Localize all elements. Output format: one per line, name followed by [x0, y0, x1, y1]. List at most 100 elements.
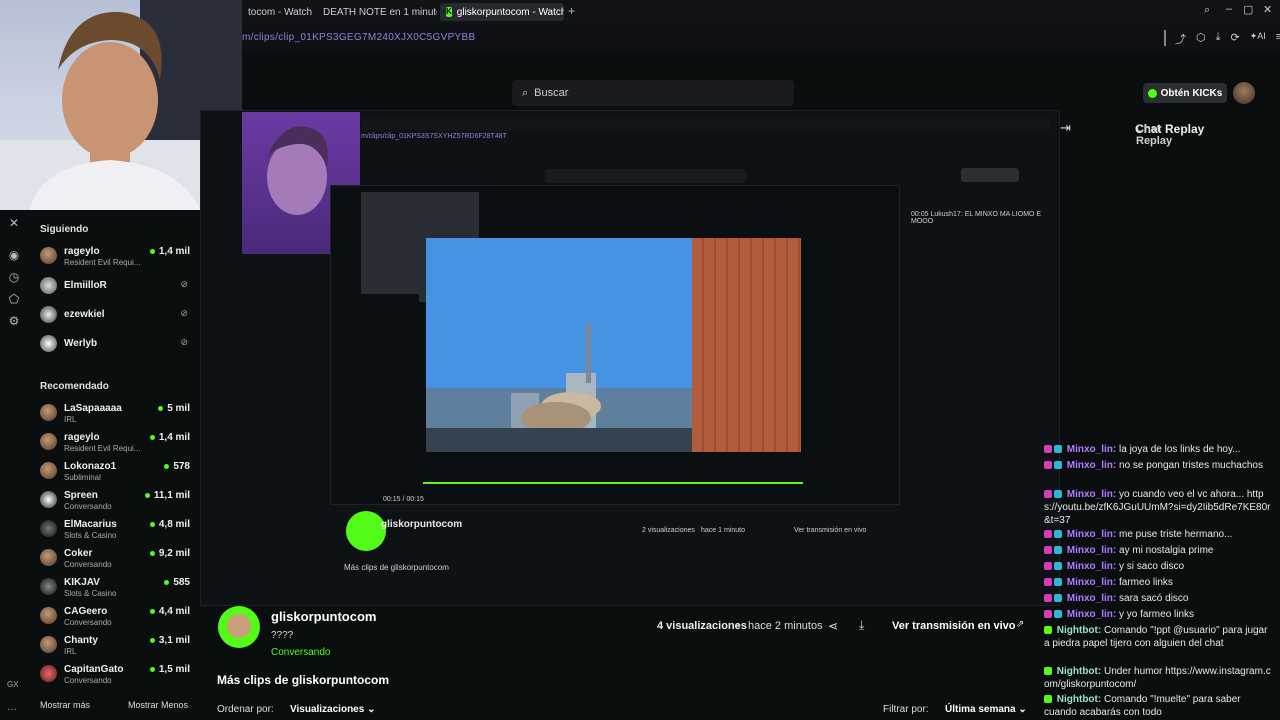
filter-dropdown[interactable]: Última semana ⌄ [945, 704, 1027, 715]
nested-search [546, 169, 746, 183]
nested-kicks-button [961, 168, 1019, 182]
channel-avatar[interactable] [218, 606, 260, 648]
chat-message: Minxo_lin: la joya de los links de hoy..… [1044, 443, 1272, 456]
chat-username[interactable]: Nightbot: [1057, 625, 1101, 636]
watch-live-button[interactable]: Ver transmisión en vivo [892, 620, 1016, 632]
kick-icon: K [446, 7, 452, 17]
sidebar-item-capitangato[interactable]: CapitanGato Conversando 1,5 mil [40, 662, 190, 688]
viewer-count: 1,5 mil [150, 664, 190, 675]
avatar [40, 404, 57, 421]
viewer-count: 1,4 mil [150, 432, 190, 443]
avatar [40, 247, 57, 264]
recommended-title: Recomendado [40, 381, 109, 392]
url-text[interactable]: m/clips/clip_01KPS3GEG7M240XJX0C5GVPYBB [242, 32, 475, 43]
collapse-chat-icon[interactable]: ⇥ [1060, 120, 1071, 136]
sidebar-item-spreen[interactable]: Spreen Conversando 11,1 mil [40, 488, 190, 514]
share-icon[interactable]: ⋖ [828, 619, 838, 633]
sidebar-item-rageylo[interactable]: rageylo Resident Evil Requi... 1,4 mil [40, 430, 190, 456]
extensions-icon[interactable]: ⬡ [1196, 31, 1206, 47]
new-tab-icon[interactable]: + [568, 4, 575, 18]
separator-dot: • [737, 620, 741, 632]
download-icon[interactable]: ⤓ [859, 618, 864, 633]
chat-username[interactable]: Minxo_lin: [1067, 444, 1116, 455]
toolbar-divider [1164, 30, 1166, 46]
chevron-down-icon: ⌄ [1018, 704, 1027, 715]
browser-tab[interactable]: DEATH NOTE en 1 minuto [312, 3, 437, 21]
channel-category: IRL [64, 647, 77, 656]
sidebar-item-coker[interactable]: Coker Conversando 9,2 mil [40, 546, 190, 572]
offline-icon: ⊘ [180, 308, 188, 318]
badge-icon [1044, 490, 1052, 499]
browser-tab[interactable]: tocom - Watch [242, 3, 312, 21]
sidebar-item-ezewkiel[interactable]: ezewkiel ⊘ [40, 303, 190, 329]
channel-name: Coker [64, 548, 93, 559]
minimize-icon[interactable]: – [1226, 3, 1232, 15]
sidebar-item-chanty[interactable]: Chanty IRL 3,1 mil [40, 633, 190, 659]
more-icon[interactable]: … [7, 702, 17, 713]
chat-username[interactable]: Minxo_lin: [1067, 529, 1116, 540]
channel-category: IRL [64, 415, 77, 424]
chat-message: Minxo_lin: no se pongan tristes muchacho… [1044, 459, 1272, 472]
chat-username[interactable]: Minxo_lin: [1067, 609, 1116, 620]
sidebar-item-cageero[interactable]: CAGeero Conversando 4,4 mil [40, 604, 190, 630]
chat-username[interactable]: Nightbot: [1057, 694, 1101, 705]
chat-text: la joya de los links de hoy... [1119, 444, 1241, 455]
browser-tab-active[interactable]: K gliskorpuntocom - Watch ✕ [440, 3, 564, 21]
sidebar-item-elmiillor[interactable]: ElmiilloR ⊘ [40, 274, 190, 300]
sidebar-item-rageylo[interactable]: rageylo Resident Evil Requi... 1,4 mil [40, 244, 190, 270]
chat-message: Minxo_lin: ay mi nostalgia prime [1044, 544, 1272, 557]
avatar [40, 549, 57, 566]
channel-category: Subliminal [64, 473, 101, 482]
maximize-icon[interactable]: ▢ [1243, 3, 1253, 16]
chat-username[interactable]: Nightbot: [1057, 666, 1101, 677]
chat-username[interactable]: Minxo_lin: [1067, 577, 1116, 588]
sidebar-item-kikjav[interactable]: KIKJAV Slots & Casino 585 [40, 575, 190, 601]
chat-message: Minxo_lin: farmeo links [1044, 576, 1272, 589]
download-icon[interactable]: ⤓ [1216, 31, 1221, 47]
sidebar-item-lokonazo1[interactable]: Lokonazo1 Subliminal 578 [40, 459, 190, 485]
badge-icon [1054, 546, 1062, 555]
channel-name: rageylo [64, 432, 100, 443]
channel-name: KIKJAV [64, 577, 100, 588]
sort-label: Ordenar por: [217, 704, 274, 715]
sidebar-item-elmacarius[interactable]: ElMacarius Slots & Casino 4,8 mil [40, 517, 190, 543]
sidebar-item-lasapaaaaa[interactable]: LaSapaaaaa IRL 5 mil [40, 401, 190, 427]
category-icon[interactable]: ⬠ [7, 292, 21, 306]
browse-icon[interactable]: ◉ [7, 248, 21, 262]
chat-username[interactable]: Minxo_lin: [1067, 593, 1116, 604]
filter-value: Última semana [945, 704, 1016, 715]
category-link[interactable]: Conversando [271, 647, 330, 658]
chat-message: Nightbot: Under humor https://www.instag… [1044, 665, 1272, 691]
get-kicks-button[interactable]: Obtén KICKs [1143, 83, 1227, 103]
channel-name[interactable]: gliskorpuntocom [271, 609, 376, 624]
chat-username[interactable]: Minxo_lin: [1067, 460, 1116, 471]
search-icon[interactable]: ⌕ [1204, 4, 1210, 17]
gx-icon[interactable]: GX [7, 680, 19, 689]
sync-icon[interactable]: ⟳ [1230, 31, 1239, 47]
avatar [40, 607, 57, 624]
close-window-icon[interactable]: ✕ [1263, 3, 1272, 16]
chat-text: ay mi nostalgia prime [1119, 545, 1214, 556]
progress-bar[interactable] [423, 482, 803, 484]
clip-time: hace 2 minutos [748, 620, 823, 632]
user-avatar[interactable] [1233, 82, 1255, 104]
channel-name: rageylo [64, 246, 100, 257]
menu-icon[interactable]: ≡ [1276, 31, 1280, 47]
clock-icon[interactable]: ◷ [7, 270, 21, 284]
chat-username[interactable]: Minxo_lin: [1067, 545, 1116, 556]
chat-username[interactable]: Minxo_lin: [1067, 489, 1116, 500]
close-icon[interactable]: ✕ [7, 216, 21, 230]
sort-dropdown[interactable]: Visualizaciones ⌄ [290, 704, 375, 715]
nested-sidebar [339, 294, 419, 494]
chat-username[interactable]: Minxo_lin: [1067, 561, 1116, 572]
share-icon[interactable]: ⤴ [1175, 31, 1186, 47]
sort-value: Visualizaciones [290, 704, 365, 715]
ai-icon[interactable]: ✦AI [1250, 31, 1266, 47]
sidebar-item-werlyb[interactable]: Werlyb ⊘ [40, 332, 190, 358]
channel-name: CapitanGato [64, 664, 124, 675]
show-more-button[interactable]: Mostrar más [40, 700, 90, 710]
show-less-button[interactable]: Mostrar Menos [128, 700, 188, 710]
search-input[interactable]: ⌕ Buscar [512, 80, 794, 106]
settings-icon[interactable]: ⚙ [7, 314, 21, 328]
badge-icon [1044, 695, 1052, 704]
